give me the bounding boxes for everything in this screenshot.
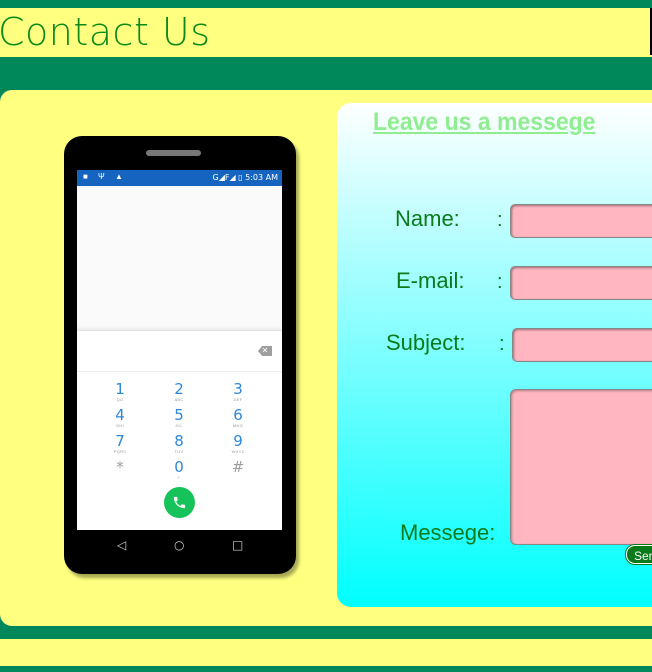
status-icons: ■ Ψ ▲ <box>83 172 127 181</box>
call-button <box>164 487 195 518</box>
green-band-bottom <box>0 627 652 639</box>
dial-keypad: 1 QO 2 ABC 3 DEF 4 GHI 5 JKL 6 MNO 7 PQRS 8 TUV … <box>77 371 282 530</box>
phone-status-bar: ■ Ψ ▲ G◢F◢ ▯ 5:03 AM <box>77 170 282 186</box>
phone-screen: ■ Ψ ▲ G◢F◢ ▯ 5:03 AM ✕ 1 QO 2 ABC 3 DEF 4 GH… <box>77 170 282 530</box>
form-title: Leave us a messege <box>373 108 596 136</box>
subject-label: Subject: <box>386 330 466 355</box>
home-icon: ○ <box>174 538 185 552</box>
page-title: Contact Us <box>0 10 211 54</box>
key-hash: # <box>231 458 245 476</box>
key-7: 7 PQRS <box>113 432 127 455</box>
dial-display: ✕ <box>77 330 282 371</box>
name-colon: : <box>497 209 503 231</box>
name-input[interactable] <box>510 204 652 238</box>
backspace-icon: ✕ <box>258 346 272 356</box>
back-icon: ◁ <box>117 538 127 552</box>
key-0: 0 + <box>174 458 184 481</box>
send-button[interactable]: Send <box>626 545 652 564</box>
phone-nav-bar: ◁ ○ □ <box>77 530 282 562</box>
page-header: Contact Us <box>0 8 652 55</box>
top-border <box>0 0 652 8</box>
message-label: Messege: <box>400 520 496 545</box>
key-3: 3 DEF <box>233 380 243 403</box>
phone-call-icon <box>173 496 186 509</box>
key-4: 4 GHI <box>115 406 125 429</box>
recents-icon: □ <box>232 538 244 552</box>
email-colon: : <box>497 271 503 293</box>
name-label: Name: <box>395 206 460 231</box>
status-clock: G◢F◢ ▯ 5:03 AM <box>212 173 278 182</box>
key-1: 1 QO <box>115 380 125 403</box>
green-band-top <box>0 57 652 87</box>
key-5: 5 JKL <box>174 406 184 429</box>
bottom-border <box>0 666 652 672</box>
phone-image: ■ Ψ ▲ G◢F◢ ▯ 5:03 AM ✕ 1 QO 2 ABC 3 DEF 4 GH… <box>64 136 296 574</box>
key-8: 8 TUV <box>174 432 184 455</box>
subject-input[interactable] <box>512 328 652 362</box>
email-input[interactable] <box>510 266 652 300</box>
subject-colon: : <box>499 333 505 355</box>
message-textarea[interactable] <box>510 389 652 545</box>
key-6: 6 MNO <box>232 406 244 429</box>
phone-speaker <box>146 150 201 156</box>
key-star: * <box>116 458 124 476</box>
key-9: 9 WXYZ <box>231 432 245 455</box>
email-label: E-mail: <box>396 268 465 293</box>
key-2: 2 ABC <box>174 380 184 403</box>
